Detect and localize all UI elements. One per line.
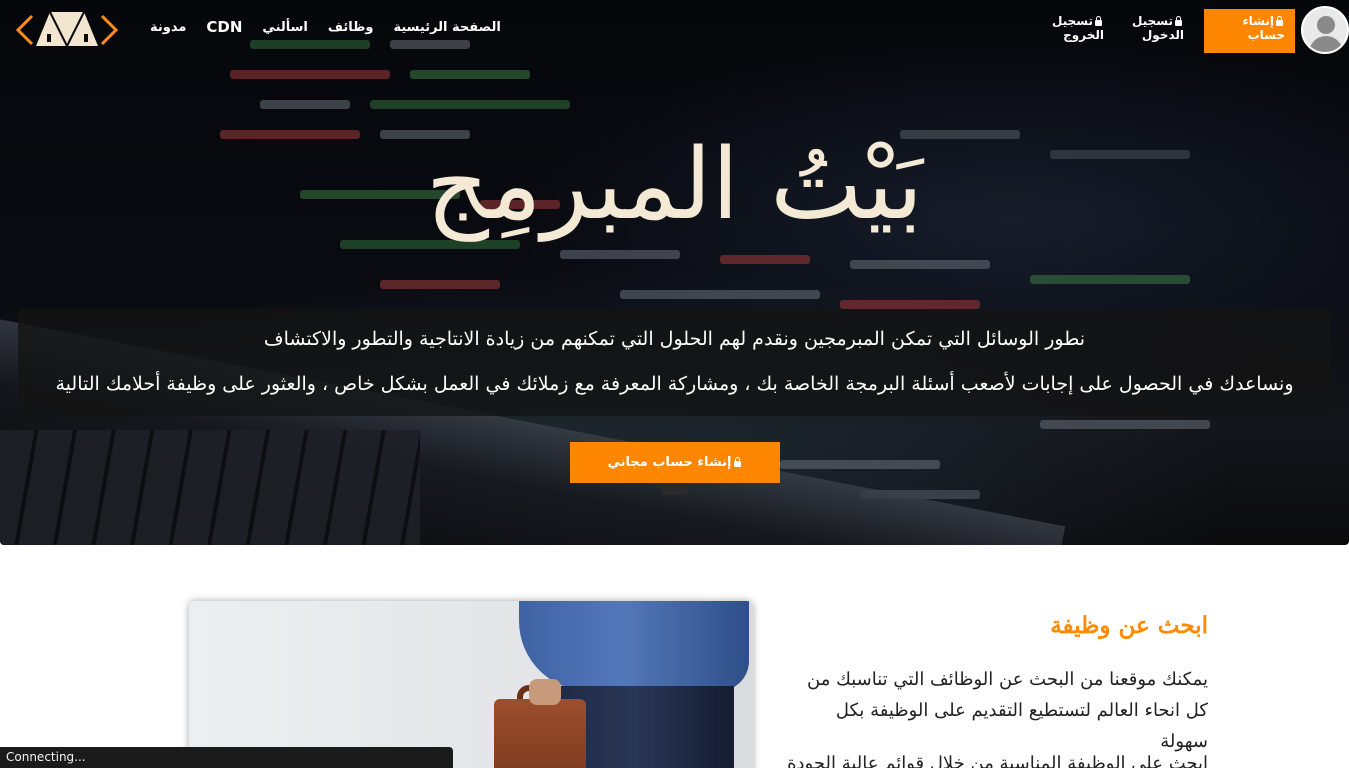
section-text: يمكنك موقعنا من البحث عن الوظائف التي تن… bbox=[807, 669, 1208, 752]
tagline-line-1: نطور الوسائل التي تمكن المبرمجين ونقدم ل… bbox=[263, 328, 1086, 350]
lock-icon bbox=[1175, 16, 1182, 26]
status-bar: Connecting... bbox=[0, 747, 453, 768]
keyboard-image bbox=[0, 430, 420, 545]
carousel-indicator[interactable] bbox=[662, 483, 688, 495]
nav-cdn[interactable]: CDN bbox=[206, 18, 242, 36]
tagline-box: نطور الوسائل التي تمكن المبرمجين ونقدم ل… bbox=[18, 309, 1331, 416]
nav-ask[interactable]: اسألني bbox=[262, 20, 307, 35]
lock-icon bbox=[733, 457, 741, 467]
logo-icon[interactable] bbox=[14, 6, 120, 50]
nav-blog[interactable]: مدونة bbox=[150, 20, 186, 35]
section-text-2: ابحث على الوظيفة المناسبة من خلال قوائم … bbox=[787, 753, 1208, 768]
cta-label: إنشاء حساب مجاني bbox=[607, 455, 732, 470]
section-title: ابحث عن وظيفة bbox=[1050, 612, 1208, 639]
tagline-line-2: ونساعدك في الحصول على إجابات لأصعب أسئلة… bbox=[55, 373, 1294, 395]
lock-icon bbox=[1095, 16, 1102, 26]
register-button[interactable]: إنشاء حساب bbox=[1204, 9, 1295, 53]
avatar[interactable] bbox=[1301, 6, 1349, 54]
hero-section: مدونة CDN اسألني وظائف الصفحة الرئيسية إ… bbox=[0, 0, 1349, 545]
nav-links: مدونة CDN اسألني وظائف الصفحة الرئيسية bbox=[150, 18, 501, 36]
nav-home[interactable]: الصفحة الرئيسية bbox=[393, 20, 500, 35]
login-link[interactable]: تسجيل الدخول bbox=[1124, 14, 1184, 42]
nav-jobs[interactable]: وظائف bbox=[328, 20, 374, 35]
navbar: مدونة CDN اسألني وظائف الصفحة الرئيسية إ… bbox=[0, 0, 1349, 60]
logout-link[interactable]: تسجيل الخروج bbox=[1044, 14, 1104, 42]
create-free-account-button[interactable]: إنشاء حساب مجاني bbox=[570, 442, 780, 483]
job-search-image bbox=[189, 601, 753, 768]
lock-icon bbox=[1276, 16, 1283, 26]
site-title: بَيْتُ المبرمِج bbox=[425, 128, 924, 242]
